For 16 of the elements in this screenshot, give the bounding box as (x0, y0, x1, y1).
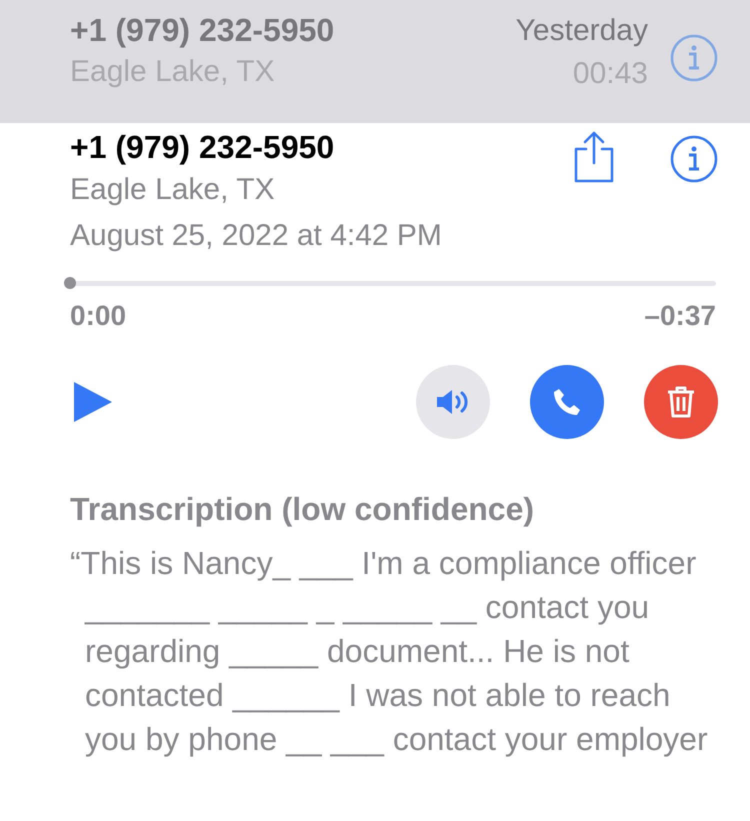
location: Eagle Lake, TX (70, 172, 275, 208)
play-icon[interactable] (72, 380, 114, 424)
remaining-time: –0:37 (644, 299, 716, 333)
phone-icon (552, 387, 582, 417)
elapsed-time: 0:00 (70, 299, 126, 333)
call-date: Yesterday (516, 13, 648, 49)
phone-number: +1 (979) 232-5950 (70, 11, 334, 50)
phone-number: +1 (979) 232-5950 (70, 128, 334, 167)
trash-icon (667, 386, 695, 418)
slider-thumb[interactable] (64, 277, 76, 289)
transcription-text: “This is Nancy_ ___ I'm a compliance officer _______ _____ _ _____ __ contact you regarding _____ document... He is not contacted ______ I was not able to reach you by phone __ ___ contact your employer (70, 544, 709, 759)
share-icon[interactable] (572, 131, 616, 183)
transcription-heading: Transcription (low confidence) (70, 490, 534, 529)
timestamp: August 25, 2022 at 4:42 PM (70, 218, 442, 254)
info-icon[interactable] (670, 135, 718, 183)
playback-slider[interactable] (64, 277, 716, 289)
